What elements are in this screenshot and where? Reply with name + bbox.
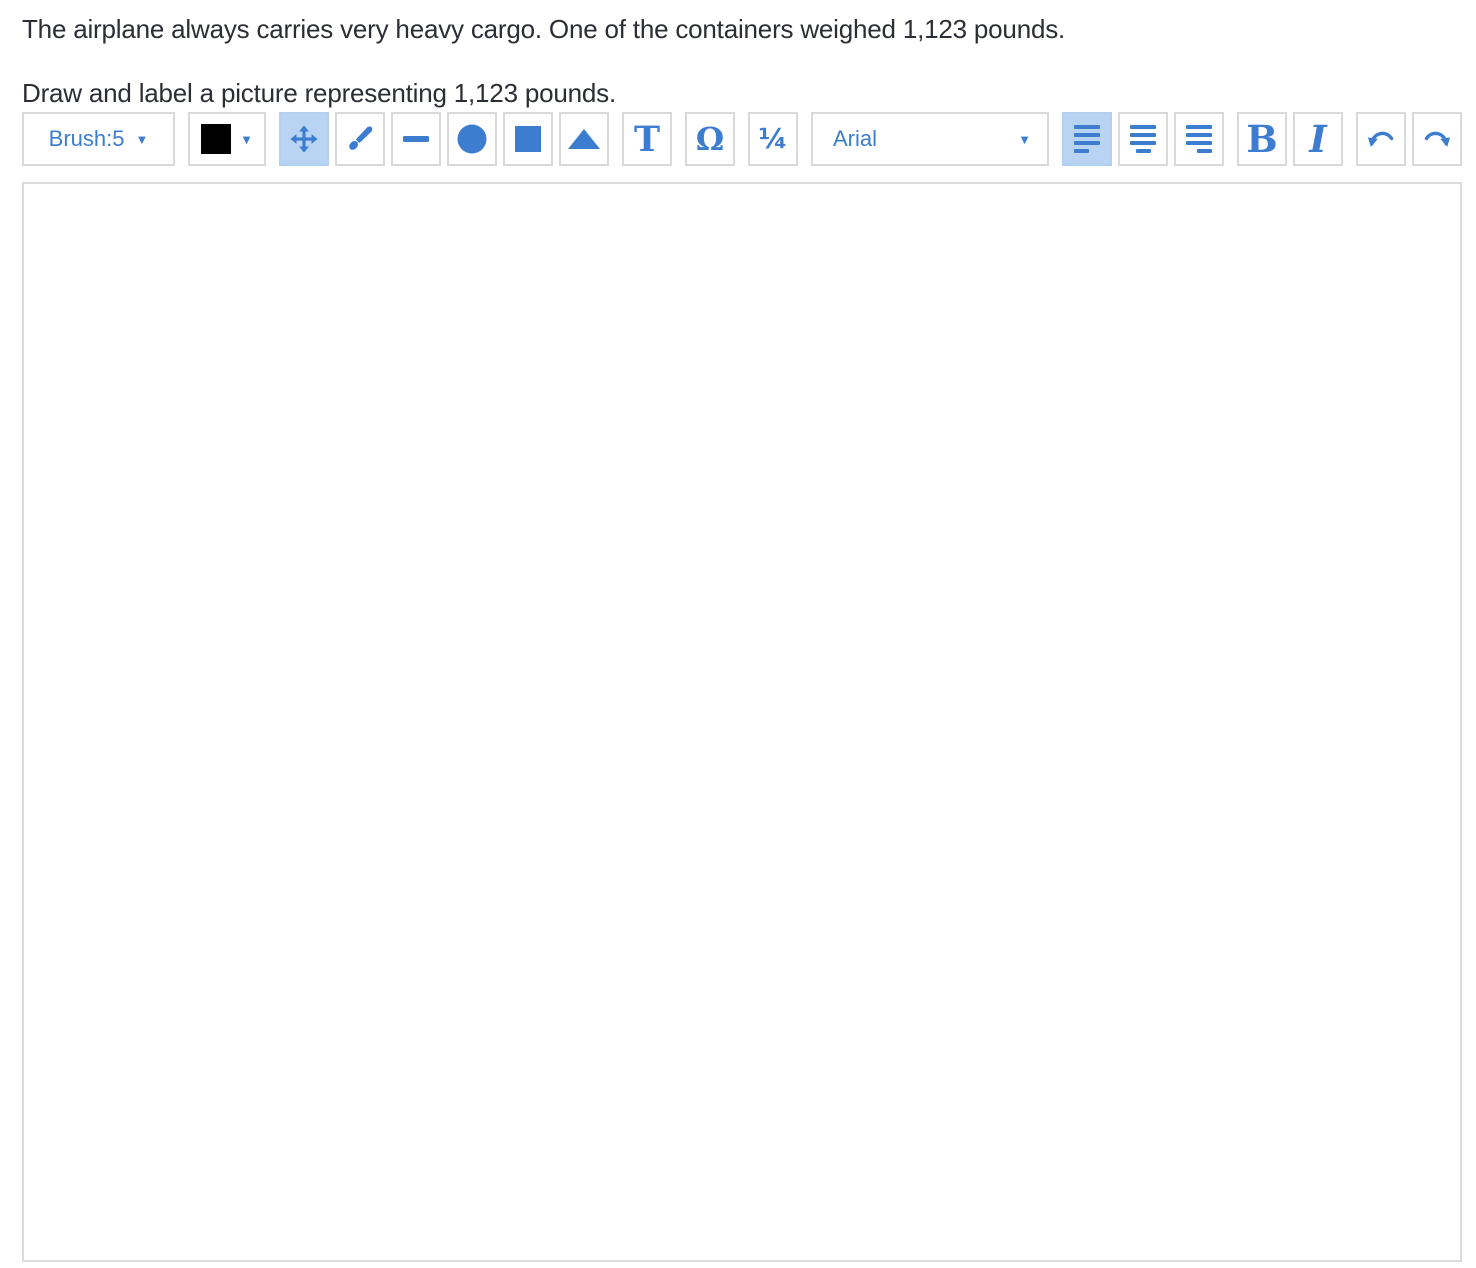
color-swatch: [201, 124, 231, 154]
align-right-icon: [1186, 125, 1212, 153]
redo-icon: [1422, 124, 1452, 154]
move-tool-button[interactable]: [279, 112, 329, 166]
circle-shape-button[interactable]: [447, 112, 497, 166]
triangle-icon: [567, 128, 601, 150]
line-shape-button[interactable]: [391, 112, 441, 166]
paintbrush-tool-button[interactable]: [335, 112, 385, 166]
align-left-icon: [1074, 125, 1100, 153]
brush-size-value: 5: [112, 128, 124, 150]
text-tool-icon: T: [634, 122, 660, 157]
square-shape-button[interactable]: [503, 112, 553, 166]
chevron-down-icon: ▼: [240, 133, 253, 146]
font-family-value: Arial: [833, 128, 877, 150]
italic-button[interactable]: I: [1293, 112, 1343, 166]
special-character-button[interactable]: Ω: [685, 112, 735, 166]
fraction-icon: ¼: [759, 125, 788, 153]
undo-button[interactable]: [1356, 112, 1406, 166]
omega-icon: Ω: [696, 123, 724, 155]
redo-button[interactable]: [1412, 112, 1462, 166]
bold-icon: B: [1246, 121, 1277, 158]
italic-icon: I: [1309, 121, 1326, 158]
circle-icon: [457, 124, 487, 154]
chevron-down-icon: ▼: [1018, 133, 1031, 146]
square-icon: [514, 125, 542, 153]
align-left-button[interactable]: [1062, 112, 1112, 166]
font-family-dropdown[interactable]: Arial ▼: [811, 112, 1049, 166]
triangle-shape-button[interactable]: [559, 112, 609, 166]
drawing-widget: The airplane always carries very heavy c…: [0, 0, 1476, 1262]
brush-size-label: Brush:: [49, 128, 113, 150]
prompt-line-1: The airplane always carries very heavy c…: [22, 12, 1462, 46]
align-center-button[interactable]: [1118, 112, 1168, 166]
color-picker-dropdown[interactable]: ▼: [188, 112, 266, 166]
align-center-icon: [1130, 125, 1156, 153]
chevron-down-icon: ▼: [135, 133, 148, 146]
paintbrush-icon: [345, 124, 375, 154]
line-icon: [402, 125, 430, 153]
toolbar: Brush: 5 ▼ ▼: [22, 112, 1462, 166]
text-tool-button[interactable]: T: [622, 112, 672, 166]
move-icon: [290, 125, 318, 153]
align-right-button[interactable]: [1174, 112, 1224, 166]
undo-icon: [1366, 124, 1396, 154]
drawing-canvas[interactable]: [22, 182, 1462, 1262]
bold-button[interactable]: B: [1237, 112, 1287, 166]
brush-size-dropdown[interactable]: Brush: 5 ▼: [22, 112, 175, 166]
fraction-button[interactable]: ¼: [748, 112, 798, 166]
prompt-line-2: Draw and label a picture representing 1,…: [22, 76, 1462, 110]
